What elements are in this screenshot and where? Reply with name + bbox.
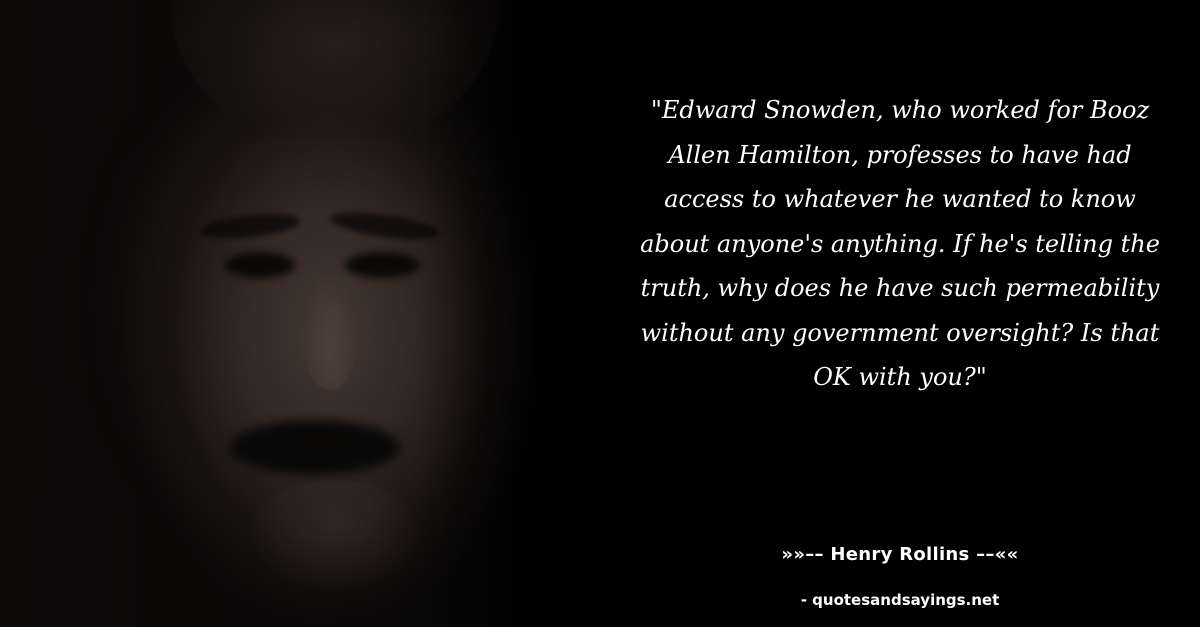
quote-text: "Edward Snowden, who worked for Booz All… bbox=[640, 96, 1160, 391]
author-attribution: »»–– Henry Rollins ––«« bbox=[781, 544, 1019, 565]
portrait-chin-highlight bbox=[250, 480, 420, 590]
author-portrait-photo bbox=[0, 0, 640, 627]
site-credit: - quotesandsayings.net bbox=[800, 591, 1000, 609]
portrait-left-brow-shade bbox=[199, 209, 301, 243]
portrait-right-eye-shade bbox=[345, 252, 420, 278]
portrait-edge-fade bbox=[420, 0, 640, 627]
quote-card: "Edward Snowden, who worked for Booz All… bbox=[0, 0, 1200, 627]
portrait-left-eye-shade bbox=[225, 252, 295, 278]
portrait-nose-highlight bbox=[300, 270, 360, 390]
portrait-mouth-shade bbox=[230, 420, 400, 475]
